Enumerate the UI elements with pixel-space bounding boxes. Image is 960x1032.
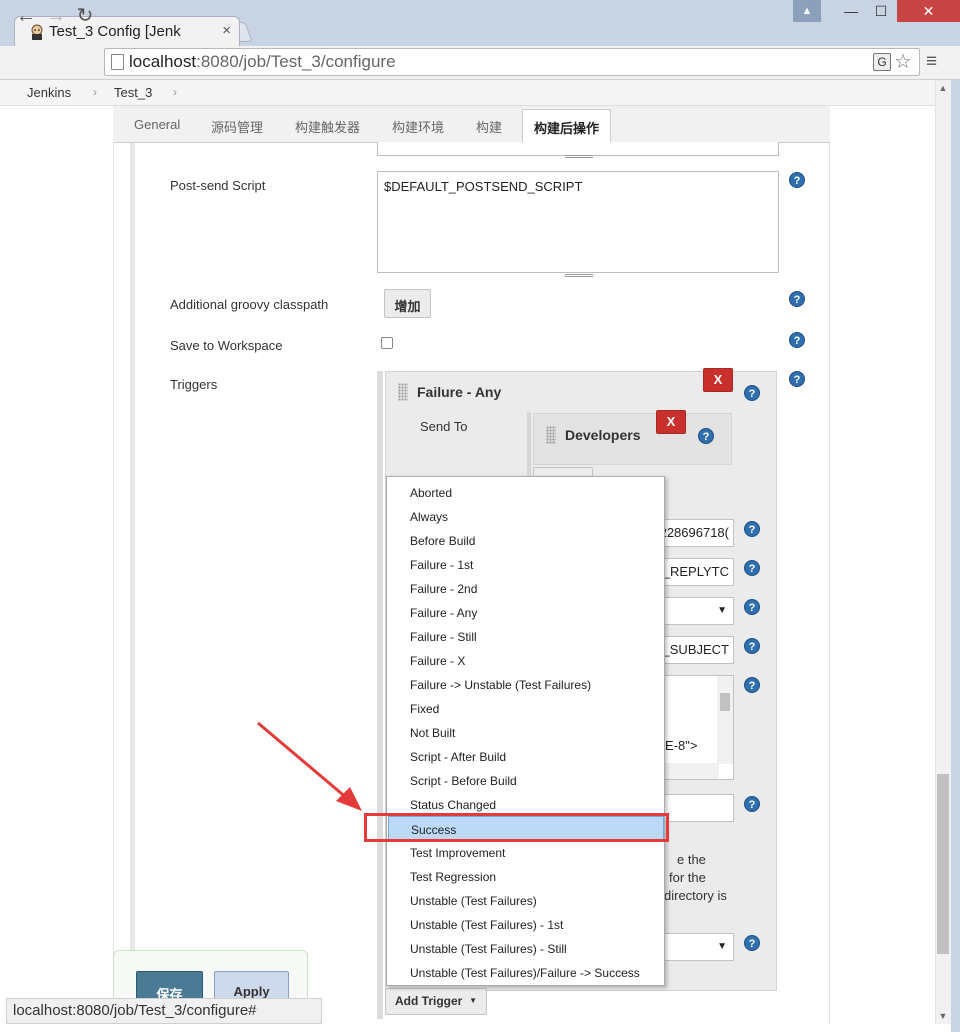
close-window-button[interactable]: ✕ (897, 0, 960, 22)
help-icon[interactable]: ? (744, 560, 760, 576)
dropdown-item[interactable]: Failure - 1st (388, 552, 664, 576)
dropdown-item[interactable]: Unstable (Test Failures) (388, 888, 664, 912)
dropdown-item[interactable]: Script - Before Build (388, 768, 664, 792)
textarea-scrollbar[interactable] (717, 676, 733, 764)
dropdown-item[interactable]: Test Improvement (388, 840, 664, 864)
chevron-down-icon: ▼ (469, 996, 477, 1005)
forward-button[interactable]: → (44, 5, 68, 29)
status-bar: localhost:8080/job/Test_3/configure# (6, 998, 322, 1024)
chevron-down-icon: ▼ (717, 605, 727, 616)
help-icon[interactable]: ? (789, 291, 805, 307)
breadcrumb-separator: › (173, 85, 177, 99)
dropdown-item[interactable]: Not Built (388, 720, 664, 744)
help-icon[interactable]: ? (744, 638, 760, 654)
url-text: localhost:8080/job/Test_3/configure (129, 52, 396, 71)
add-trigger-button[interactable]: Add Trigger ▼ (385, 988, 487, 1015)
dropdown-item[interactable]: Script - After Build (388, 744, 664, 768)
resize-grip[interactable] (565, 155, 593, 158)
developers-label: Developers (565, 427, 641, 443)
dropdown-item[interactable]: Failure - Any (388, 600, 664, 624)
groovy-label: Additional groovy classpath (170, 297, 329, 312)
dropdown-item[interactable]: Aborted (388, 480, 664, 504)
dropdown-item[interactable]: Test Regression (388, 864, 664, 888)
triggers-label: Triggers (170, 377, 218, 392)
highlight-box (364, 813, 669, 842)
dropdown-item[interactable]: Failure - X (388, 648, 664, 672)
resize-grip[interactable] (565, 274, 593, 277)
tab-scm[interactable]: 源码管理 (211, 117, 263, 136)
tab-environment[interactable]: 构建环境 (392, 117, 444, 136)
dropdown-item[interactable]: Failure - 2nd (388, 576, 664, 600)
delete-developers-button[interactable]: X (656, 410, 686, 434)
section-stripe (130, 143, 135, 1024)
help-icon[interactable]: ? (744, 796, 760, 812)
minimize-button[interactable]: — (836, 0, 866, 22)
add-classpath-button[interactable]: 增加 (384, 289, 431, 318)
partial-text: directory is (664, 888, 727, 903)
maximize-button[interactable]: ☐ (866, 0, 896, 22)
textarea-scroll-thumb[interactable] (720, 693, 730, 711)
trigger-title: Failure - Any (417, 384, 502, 400)
dropdown-item[interactable]: Unstable (Test Failures)/Failure -> Succ… (388, 960, 664, 984)
tab-general[interactable]: General (134, 117, 180, 132)
partial-text: for the (669, 870, 706, 885)
chevron-down-icon: ▼ (717, 941, 727, 952)
help-icon[interactable]: ? (789, 371, 805, 387)
breadcrumb-test3[interactable]: Test_3 (114, 85, 152, 100)
profile-icon[interactable]: ▲ (793, 0, 821, 22)
drag-handle-icon[interactable] (546, 426, 556, 444)
help-icon[interactable]: ? (789, 332, 805, 348)
breadcrumb-separator: › (93, 85, 97, 99)
dropdown-item[interactable]: Failure - Still (388, 624, 664, 648)
send-to-label: Send To (420, 419, 468, 434)
partial-text: e the (677, 852, 706, 867)
save-workspace-checkbox[interactable] (381, 337, 393, 349)
dropdown-item[interactable]: Unstable (Test Failures) - Still (388, 936, 664, 960)
help-icon[interactable]: ? (744, 599, 760, 615)
help-icon[interactable]: ? (744, 677, 760, 693)
scroll-up-icon[interactable]: ▲ (935, 80, 951, 96)
drag-handle-icon[interactable] (398, 383, 408, 401)
help-icon[interactable]: ? (744, 935, 760, 951)
address-bar[interactable]: localhost:8080/job/Test_3/configure (104, 48, 920, 76)
content-text: E-8"> (665, 738, 698, 753)
bookmark-star-icon[interactable]: ☆ (894, 49, 912, 74)
help-icon[interactable]: ? (698, 428, 714, 444)
browser-menu-icon[interactable]: ≡ (926, 51, 937, 73)
tab-close-icon[interactable]: × (222, 22, 231, 39)
help-icon[interactable]: ? (744, 385, 760, 401)
tab-post-build[interactable]: 构建后操作 (522, 109, 611, 144)
tab-triggers[interactable]: 构建触发器 (295, 117, 360, 136)
trigger-dropdown-menu[interactable]: Aborted Always Before Build Failure - 1st Fa… (386, 476, 665, 986)
help-icon[interactable]: ? (789, 172, 805, 188)
delete-trigger-button[interactable]: X (703, 368, 733, 392)
triggers-stripe (377, 371, 383, 1019)
send-to-stripe (527, 412, 531, 477)
dropdown-item[interactable]: Failure -> Unstable (Test Failures) (388, 672, 664, 696)
prev-script-textarea[interactable] (377, 142, 779, 156)
dropdown-item[interactable]: Before Build (388, 528, 664, 552)
help-icon[interactable]: ? (744, 521, 760, 537)
page-icon (111, 54, 124, 70)
back-button[interactable]: ← (14, 5, 38, 29)
dropdown-item[interactable]: Always (388, 504, 664, 528)
dropdown-item[interactable]: Fixed (388, 696, 664, 720)
translate-icon[interactable]: G (873, 53, 891, 71)
window-border (951, 80, 960, 1032)
scroll-down-icon[interactable]: ▼ (935, 1008, 951, 1024)
scrollbar-thumb[interactable] (937, 774, 949, 954)
dropdown-item[interactable]: Unstable (Test Failures) - 1st (388, 912, 664, 936)
breadcrumb-jenkins[interactable]: Jenkins (27, 85, 71, 100)
red-arrow-icon (257, 721, 362, 811)
post-send-textarea[interactable]: $DEFAULT_POSTSEND_SCRIPT (377, 171, 779, 273)
tab-build[interactable]: 构建 (476, 117, 502, 136)
post-send-label: Post-send Script (170, 178, 266, 193)
save-workspace-label: Save to Workspace (170, 338, 283, 353)
reload-button[interactable]: ↻ (73, 5, 97, 29)
